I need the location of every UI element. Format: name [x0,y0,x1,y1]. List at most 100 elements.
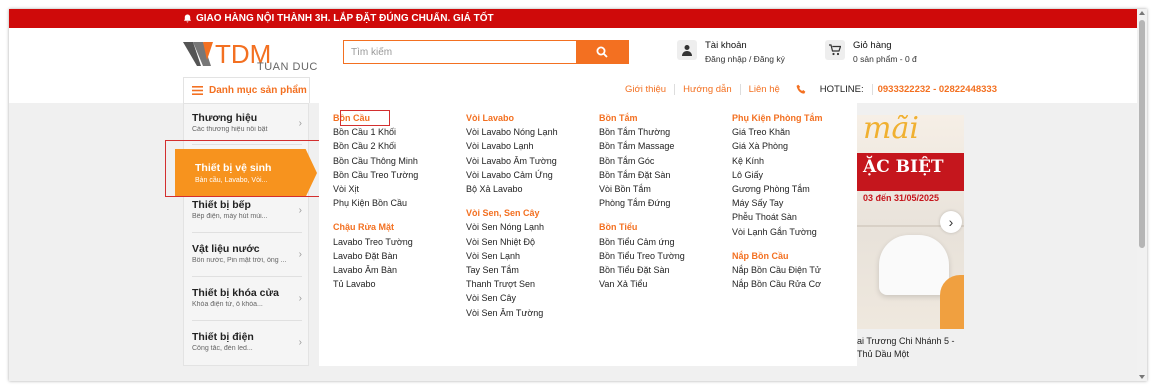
banner-caption[interactable]: ai Trương Chi Nhánh 5 - Thủ Dầu Một [857,335,964,361]
sidebar-item-locks[interactable]: Thiết bị khóa cửa Khóa điện tử, ổ khóa..… [192,287,302,308]
nav-link-about[interactable]: Giới thiệu [617,84,676,95]
sidebar-item-electric[interactable]: Thiết bị điện Công tắc, đèn led... › [192,331,302,352]
menu-link[interactable]: Tay Sen Tắm [466,263,558,277]
menu-link[interactable]: Bộ Xả Lavabo [466,182,558,196]
account-title: Tài khoản [705,40,747,51]
site-header: TDM TUAN DUC Tài khoản Đăng nhập / Đăng … [9,28,1137,103]
menu-link[interactable]: Vòi Lavabo Âm Tường [466,154,558,168]
sidebar-item-title: Vật liệu nước [192,243,260,255]
menu-group-title[interactable]: Bồn Tắm [599,111,685,125]
banner-headline: ẶC BIỆT [863,157,944,177]
menu-link[interactable]: Thanh Trượt Sen [466,277,558,291]
menu-link[interactable]: Gương Phòng Tắm [732,182,823,196]
menu-group-title[interactable]: Nắp Bồn Cầu [732,249,823,263]
menu-link[interactable]: Vòi Sen Cây [466,291,558,305]
menu-link[interactable]: Nắp Bồn Cầu Điện Tử [732,263,823,277]
vertical-scrollbar[interactable] [1137,9,1147,381]
menu-link[interactable]: Bồn Tắm Góc [599,154,685,168]
menu-link[interactable]: Lavabo Âm Bàn [333,263,418,277]
search-icon [596,46,608,58]
chevron-right-icon: › [298,293,302,304]
menu-link[interactable]: Bồn Tắm Đặt Sàn [599,168,685,182]
sidebar-item-title: Thương hiệu [192,112,258,124]
nav-link-guide[interactable]: Hướng dẫn [675,84,741,95]
menu-link[interactable]: Máy Sấy Tay [732,196,823,210]
menu-column-bathtubs: Bồn Tắm Bồn Tắm Thường Bồn Tắm Massage B… [599,111,685,291]
menu-link[interactable]: Vòi Lavabo Lạnh [466,139,558,153]
logo-sub: TUAN DUC [257,61,318,73]
scroll-up-icon[interactable] [1139,11,1145,15]
menu-link[interactable]: Phễu Thoát Sàn [732,210,823,224]
menu-link[interactable]: Bồn Cầu 1 Khối [333,125,418,139]
menu-link[interactable]: Vòi Sen Nhiệt Độ [466,235,558,249]
menu-link[interactable]: Phụ Kiện Bồn Cầu [333,196,418,210]
menu-group-title[interactable]: Chậu Rửa Mặt [333,220,418,234]
banner-big-text: mãi [863,115,919,146]
mega-menu: Bồn Cầu Bồn Cầu 1 Khối Bồn Cầu 2 Khối Bồ… [319,103,857,366]
sidebar-item-sub: Công tắc, đèn led... [192,345,253,352]
menu-link[interactable]: Vòi Sen Âm Tường [466,306,558,320]
menu-link[interactable]: Vòi Xịt [333,182,418,196]
menu-link[interactable]: Lô Giấy [732,168,823,182]
hotline-numbers[interactable]: 0933322232 - 02822448333 [878,84,997,95]
menu-link[interactable]: Vòi Sen Lạnh [466,249,558,263]
cart-title: Giỏ hàng [853,40,892,51]
menu-link[interactable]: Bồn Tiểu Đặt Sàn [599,263,685,277]
hotline[interactable]: HOTLINE: 0933322232 - 02822448333 [796,84,997,95]
menu-link[interactable]: Vòi Lạnh Gắn Tường [732,225,823,239]
search-button[interactable] [576,41,628,63]
hamburger-icon [192,86,203,95]
menu-link[interactable]: Bồn Tắm Massage [599,139,685,153]
menu-link[interactable]: Vòi Lavabo Cảm Ứng [466,168,558,182]
menu-link[interactable]: Vòi Bồn Tắm [599,182,685,196]
menu-group-title[interactable]: Phụ Kiện Phòng Tắm [732,111,823,125]
sidebar-item-title: Thiết bị điện [192,331,254,343]
carousel-next-arrow[interactable]: › [940,211,962,233]
browser-frame: GIAO HÀNG NỘI THÀNH 3H. LẮP ĐẶT ĐÚNG CHU… [9,9,1147,381]
menu-link[interactable]: Bồn Tiểu Treo Tường [599,249,685,263]
menu-link[interactable]: Bồn Cầu Treo Tường [333,168,418,182]
cart-summary: 0 sản phẩm - 0 đ [853,54,917,64]
banner-dates: 03 đến 31/05/2025 [863,193,940,203]
menu-link[interactable]: Tủ Lavabo [333,277,418,291]
search-input[interactable] [344,41,576,63]
menu-link[interactable]: Lavabo Đặt Bàn [333,249,418,263]
cart-block[interactable]: Giỏ hàng 0 sản phẩm - 0 đ [825,40,917,64]
banner-orange-shape [940,275,964,329]
category-menu-button[interactable]: Danh mục sản phẩm [183,77,310,103]
login-register-link[interactable]: Đăng nhập / Đăng ký [705,54,785,64]
menu-column-faucets: Vòi Lavabo Vòi Lavabo Nóng Lạnh Vòi Lava… [466,111,558,320]
menu-group-title[interactable]: Vòi Lavabo [466,111,558,125]
menu-link[interactable]: Bồn Cầu 2 Khối [333,139,418,153]
phone-icon [796,84,806,94]
menu-link[interactable]: Bồn Tắm Thường [599,125,685,139]
sidebar-item-kitchen[interactable]: Thiết bị bếp Bếp điện, máy hút mùi... › [192,199,302,220]
menu-group-title[interactable]: Vòi Sen, Sen Cây [466,206,558,220]
highlight-box [340,110,390,126]
account-block[interactable]: Tài khoản Đăng nhập / Đăng ký [677,40,785,64]
menu-link[interactable]: Giá Treo Khăn [732,125,823,139]
category-menu-label: Danh mục sản phẩm [209,85,307,96]
scroll-down-icon[interactable] [1139,375,1145,379]
menu-link[interactable]: Giá Xà Phòng [732,139,823,153]
scroll-thumb[interactable] [1139,20,1145,248]
sidebar-item-title: Thiết bị khóa cửa [192,287,279,299]
menu-column-toilets: Bồn Cầu Bồn Cầu 1 Khối Bồn Cầu 2 Khối Bồ… [333,110,418,291]
nav-link-contact[interactable]: Liên hệ [741,84,788,95]
sidebar-item-water[interactable]: Vật liệu nước Bồn nước, Pin mặt trời, ốn… [192,243,302,264]
menu-link[interactable]: Bồn Cầu Thông Minh [333,154,418,168]
sidebar-item-brands[interactable]: Thương hiệu Các thương hiệu nổi bật › [192,112,302,133]
menu-link[interactable]: Kệ Kính [732,154,823,168]
top-nav-links: Giới thiệu Hướng dẫn Liên hệ HOTLINE: 09… [617,84,997,95]
menu-link[interactable]: Phòng Tắm Đứng [599,196,685,210]
menu-link[interactable]: Nắp Bồn Cầu Rửa Cơ [732,277,823,291]
menu-group-title[interactable]: Bồn Tiểu [599,220,685,234]
menu-link[interactable]: Bồn Tiểu Cảm ứng [599,235,685,249]
menu-link[interactable]: Van Xả Tiểu [599,277,685,291]
hotline-label: HOTLINE: [812,84,873,95]
user-icon [677,40,697,60]
menu-link[interactable]: Vòi Lavabo Nóng Lạnh [466,125,558,139]
menu-link[interactable]: Lavabo Treo Tường [333,235,418,249]
menu-link[interactable]: Vòi Sen Nóng Lạnh [466,220,558,234]
highlight-box [165,140,327,197]
